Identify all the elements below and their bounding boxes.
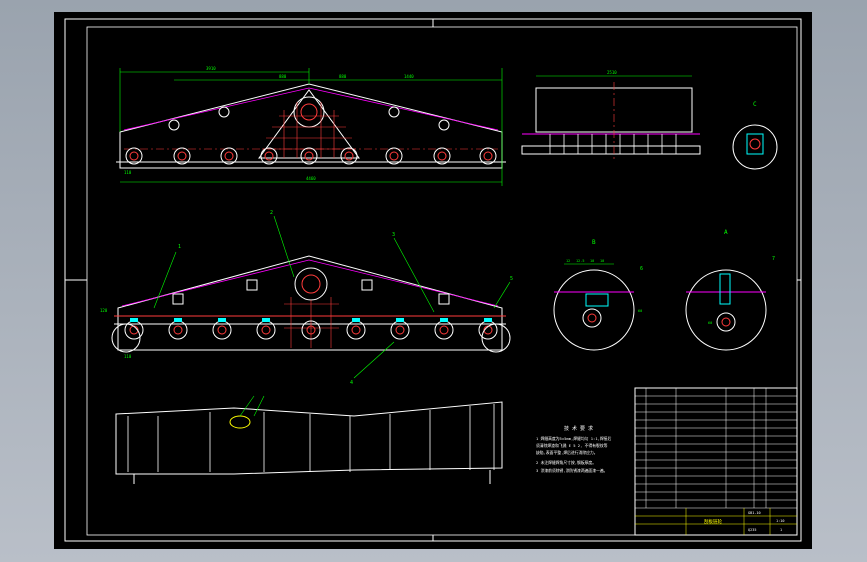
dim-b-2: 12.5 bbox=[576, 259, 584, 263]
front-view-top: 3910 880 880 1440 4460 110 bbox=[116, 66, 506, 186]
note-line-2: 须清除焊渣和飞溅 E 5 2, 不得有裂纹等 bbox=[536, 443, 608, 448]
label-section-a: A bbox=[724, 229, 728, 236]
side-view-top: 2510 bbox=[521, 70, 701, 160]
detail-a-plate bbox=[719, 273, 731, 305]
plan-ribs bbox=[127, 404, 495, 472]
detail-b-block bbox=[585, 293, 609, 307]
leader-3: 3 bbox=[392, 232, 395, 238]
technical-notes: 技 术 要 求 1 焊缝高度为5×5mm,焊缝均匀 1:1,焊接后 须清除焊渣和… bbox=[536, 425, 611, 473]
dim-top-span-1: 3910 bbox=[206, 66, 216, 71]
hub-inner-mid bbox=[301, 274, 321, 294]
detail-c: C bbox=[732, 101, 778, 170]
title-scale: 1:10 bbox=[776, 519, 784, 523]
note-line-1: 1 焊缝高度为5×5mm,焊缝均匀 1:1,焊接后 bbox=[536, 436, 611, 441]
detail-a-outline bbox=[685, 269, 767, 351]
leader-4: 4 bbox=[350, 380, 353, 386]
dim-left-small: 110 bbox=[124, 170, 132, 175]
dim-top-span-4: 1440 bbox=[404, 74, 414, 79]
viewport: 3910 880 880 1440 4460 110 2510 C 1 2 3 … bbox=[0, 0, 867, 562]
hub-inner-top bbox=[300, 103, 318, 121]
cad-drawing: 3910 880 880 1440 4460 110 2510 C 1 2 3 … bbox=[64, 18, 802, 542]
frame-outline-mid bbox=[117, 255, 503, 351]
side-ribs bbox=[549, 134, 677, 154]
detail-a: A 60 7 bbox=[685, 229, 775, 351]
title-drawing-name: 刮板链轮 bbox=[704, 518, 722, 525]
hub-outer-mid bbox=[294, 267, 328, 301]
dim-bottom-left-1: 110 bbox=[124, 354, 132, 359]
detail-c-outline bbox=[732, 124, 778, 170]
dim-b-1: 12 bbox=[566, 259, 570, 263]
detail-a-roller bbox=[716, 312, 736, 332]
inner-border bbox=[86, 26, 798, 536]
leader-1: 1 bbox=[178, 244, 181, 250]
dim-b-3: 10 bbox=[590, 259, 594, 263]
plan-outline bbox=[115, 401, 503, 475]
drawing-sheet: 3910 880 880 1440 4460 110 2510 C 1 2 3 … bbox=[54, 12, 812, 549]
detail-b-roller-hole bbox=[587, 313, 597, 323]
leader-7: 7 bbox=[772, 256, 775, 262]
frame-inner-top bbox=[123, 87, 499, 131]
hidden-lines-mid bbox=[279, 297, 344, 348]
leader-5: 5 bbox=[510, 276, 513, 282]
note-line-3: 缺陷,表面平整,焊后进行消除应力。 bbox=[536, 450, 598, 455]
label-section-c: C bbox=[753, 101, 757, 108]
leader-6: 6 bbox=[640, 266, 643, 272]
frame-inner-mid bbox=[121, 259, 499, 307]
dim-right-width: 2510 bbox=[607, 70, 617, 75]
parts-list-rows bbox=[635, 388, 797, 509]
dim-top-span-3: 880 bbox=[339, 74, 347, 79]
plan-view-bottom bbox=[115, 395, 503, 484]
hidden-lines-top bbox=[262, 102, 356, 158]
detail-b: B 12 12.5 10 10 60 6 bbox=[553, 239, 643, 351]
dim-overall-width: 4460 bbox=[306, 176, 316, 181]
note-line-5: 3 涂漆前须除锈,涂防锈漆两遍面漆一遍。 bbox=[536, 468, 607, 473]
front-view-middle: 1 2 3 4 5 110 120 bbox=[100, 210, 513, 386]
title-material: Q235 bbox=[748, 528, 756, 532]
notes-title: 技 术 要 求 bbox=[564, 425, 593, 432]
title-sheet: 1 bbox=[780, 528, 782, 532]
detail-b-roller bbox=[582, 308, 602, 328]
dim-b-4: 10 bbox=[600, 259, 604, 263]
end-roller-left bbox=[111, 323, 141, 353]
detail-b-outline bbox=[553, 269, 635, 351]
parts-list-frame bbox=[634, 387, 798, 536]
outer-border bbox=[64, 18, 802, 542]
dim-a-h: 60 bbox=[708, 321, 712, 325]
leader-2: 2 bbox=[270, 210, 273, 216]
dim-b-h: 60 bbox=[638, 309, 642, 313]
plan-leader-2 bbox=[253, 395, 265, 417]
leaders-mid bbox=[153, 215, 511, 379]
detail-c-part bbox=[746, 133, 764, 155]
plan-hatch-part bbox=[229, 415, 251, 429]
note-line-4: 2 未注焊缝焊角尺寸按,钢板厚度。 bbox=[536, 460, 596, 465]
side-base bbox=[521, 145, 701, 155]
label-section-b: B bbox=[592, 239, 596, 246]
hub-outer-top bbox=[293, 96, 325, 128]
detail-a-roller-hole bbox=[721, 317, 731, 327]
dim-top-span-2: 880 bbox=[279, 74, 287, 79]
detail-c-hole bbox=[749, 138, 761, 150]
title-block: 刮板链轮 GB1-10 1:10 1 Q235 bbox=[634, 387, 798, 536]
plan-leader-1 bbox=[239, 395, 255, 417]
dim-bottom-left-2: 120 bbox=[100, 308, 108, 313]
title-drawing-no: GB1-10 bbox=[748, 511, 761, 515]
frame-outline-top bbox=[119, 83, 503, 169]
end-roller-right bbox=[481, 323, 511, 353]
